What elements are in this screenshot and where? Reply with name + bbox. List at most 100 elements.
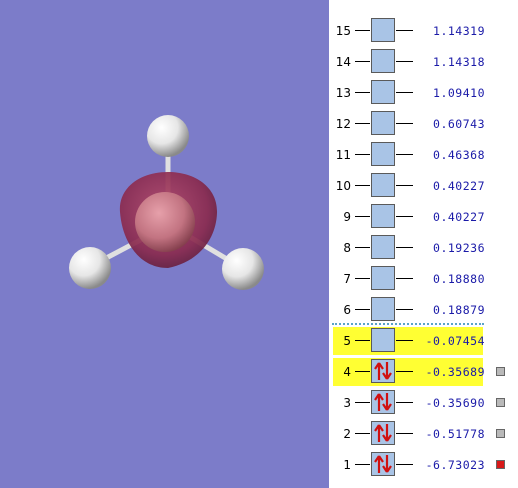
- level-line-left: [355, 464, 370, 465]
- level-line-left: [355, 154, 370, 155]
- level-line-right: [396, 123, 413, 124]
- level-line-left: [355, 433, 370, 434]
- orbital-box[interactable]: [371, 266, 395, 290]
- orbital-index: 7: [343, 272, 351, 286]
- orbital-box[interactable]: [371, 49, 395, 73]
- orbital-index: 8: [343, 241, 351, 255]
- orbital-energy: 0.18879: [433, 303, 485, 317]
- orbital-energy: -0.07454: [425, 334, 485, 348]
- orbital-energy: 0.19236: [433, 241, 485, 255]
- orbital-row-3[interactable]: 3 -0.35690: [331, 389, 518, 417]
- level-line-right: [396, 216, 413, 217]
- orbital-box[interactable]: [371, 235, 395, 259]
- orbital-row-8[interactable]: 8 0.19236: [331, 234, 518, 262]
- spin-pair-arrows-icon: [374, 455, 392, 473]
- orbital-row-6[interactable]: 6 0.18879: [331, 296, 518, 324]
- orbital-index: 3: [343, 396, 351, 410]
- level-line-right: [396, 185, 413, 186]
- spin-pair-arrows-icon: [374, 393, 392, 411]
- orbital-row-9[interactable]: 9 0.40227: [331, 203, 518, 231]
- orbital-energy-panel: 15 1.14319 14 1.14318 13 1.09410 12 0.60743 11 0.…: [329, 0, 518, 488]
- level-line-left: [355, 216, 370, 217]
- level-line-right: [396, 247, 413, 248]
- spin-up-arrow-icon: [374, 455, 384, 473]
- level-line-left: [355, 30, 370, 31]
- orbital-box[interactable]: [371, 80, 395, 104]
- level-line-left: [355, 123, 370, 124]
- orbital-row-5[interactable]: 5 -0.07454: [331, 327, 518, 355]
- orbital-box[interactable]: [371, 111, 395, 135]
- level-line-left: [355, 402, 370, 403]
- hydrogen-atom-top[interactable]: [147, 115, 189, 157]
- spin-down-arrow-icon: [382, 424, 392, 442]
- orbital-energy: 0.60743: [433, 117, 485, 131]
- orbital-index: 2: [343, 427, 351, 441]
- molecule-render[interactable]: [0, 0, 329, 488]
- orbital-box[interactable]: [371, 142, 395, 166]
- level-line-left: [355, 92, 370, 93]
- homo-lumo-divider: [332, 323, 484, 325]
- level-line-right: [396, 30, 413, 31]
- orbital-row-1[interactable]: 1 -6.73023: [331, 451, 518, 479]
- orbital-index: 14: [335, 55, 351, 69]
- orbital-box[interactable]: [371, 297, 395, 321]
- level-line-left: [355, 61, 370, 62]
- orbital-row-2[interactable]: 2 -0.51778: [331, 420, 518, 448]
- orbital-row-15[interactable]: 15 1.14319: [331, 17, 518, 45]
- level-line-left: [355, 278, 370, 279]
- orbital-index: 1: [343, 458, 351, 472]
- orbital-index: 13: [335, 86, 351, 100]
- orbital-box[interactable]: [371, 173, 395, 197]
- orbital-energy: 0.40227: [433, 179, 485, 193]
- spin-down-arrow-icon: [382, 393, 392, 411]
- spin-down-arrow-icon: [382, 362, 392, 380]
- level-line-left: [355, 247, 370, 248]
- hydrogen-atom-left[interactable]: [69, 247, 111, 289]
- level-line-right: [396, 433, 413, 434]
- level-line-right: [396, 340, 413, 341]
- level-line-right: [396, 464, 413, 465]
- orbital-index: 10: [335, 179, 351, 193]
- level-line-left: [355, 309, 370, 310]
- spin-pair-arrows-icon: [374, 424, 392, 442]
- spin-down-arrow-icon: [382, 455, 392, 473]
- orbital-index: 6: [343, 303, 351, 317]
- level-line-right: [396, 92, 413, 93]
- orbital-energy: 1.14318: [433, 55, 485, 69]
- orbital-box[interactable]: [371, 18, 395, 42]
- orbital-marker-checkbox[interactable]: [496, 460, 505, 469]
- orbital-marker-checkbox[interactable]: [496, 367, 505, 376]
- orbital-index: 4: [343, 365, 351, 379]
- orbital-index: 12: [335, 117, 351, 131]
- orbital-box[interactable]: [371, 328, 395, 352]
- spin-up-arrow-icon: [374, 424, 384, 442]
- orbital-energy: -0.35689: [425, 365, 485, 379]
- boron-atom[interactable]: [135, 192, 195, 252]
- spin-up-arrow-icon: [374, 362, 384, 380]
- orbital-row-14[interactable]: 14 1.14318: [331, 48, 518, 76]
- orbital-row-11[interactable]: 11 0.46368: [331, 141, 518, 169]
- orbital-row-10[interactable]: 10 0.40227: [331, 172, 518, 200]
- orbital-marker-checkbox[interactable]: [496, 429, 505, 438]
- orbital-energy: -6.73023: [425, 458, 485, 472]
- orbital-row-4[interactable]: 4 -0.35689: [331, 358, 518, 386]
- spin-up-arrow-icon: [374, 393, 384, 411]
- orbital-energy: -0.51778: [425, 427, 485, 441]
- spin-pair-arrows-icon: [374, 362, 392, 380]
- orbital-row-12[interactable]: 12 0.60743: [331, 110, 518, 138]
- orbital-row-13[interactable]: 13 1.09410: [331, 79, 518, 107]
- orbital-energy: 1.14319: [433, 24, 485, 38]
- level-line-right: [396, 371, 413, 372]
- orbital-index: 9: [343, 210, 351, 224]
- hydrogen-atom-right[interactable]: [222, 248, 264, 290]
- level-line-right: [396, 154, 413, 155]
- molecule-viewer[interactable]: [0, 0, 329, 488]
- orbital-marker-checkbox[interactable]: [496, 398, 505, 407]
- level-line-left: [355, 185, 370, 186]
- orbital-box[interactable]: [371, 204, 395, 228]
- level-line-right: [396, 309, 413, 310]
- level-line-right: [396, 402, 413, 403]
- level-line-right: [396, 278, 413, 279]
- orbital-row-7[interactable]: 7 0.18880: [331, 265, 518, 293]
- orbital-index: 11: [335, 148, 351, 162]
